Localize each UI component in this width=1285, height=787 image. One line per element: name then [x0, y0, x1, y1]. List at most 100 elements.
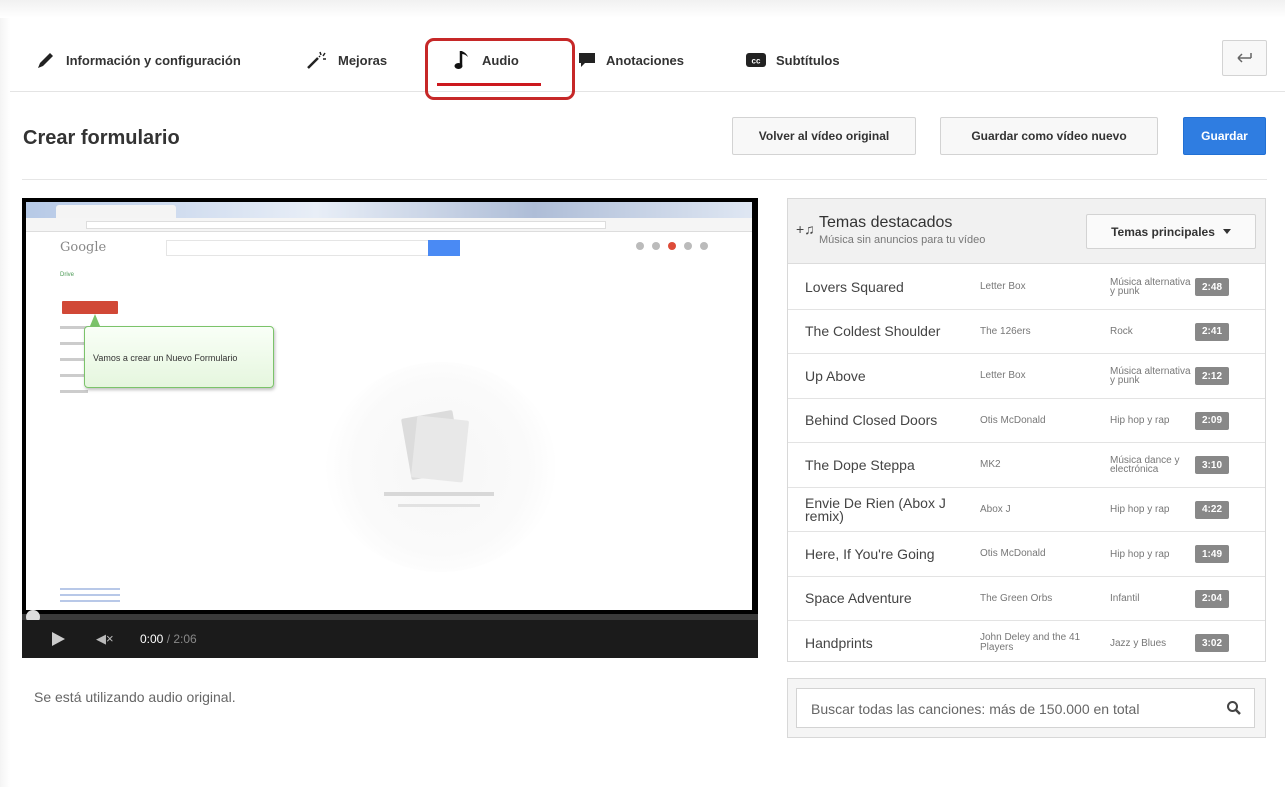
left-edge-shade — [0, 18, 10, 787]
chevron-down-icon — [1222, 229, 1231, 234]
google-logo: Google — [60, 240, 107, 255]
drive-label: Drive — [60, 272, 75, 278]
track-artist: MK2 — [980, 459, 1001, 470]
save-as-new-button[interactable]: Guardar como vídeo nuevo — [940, 117, 1158, 155]
song-search-input[interactable]: Buscar todas las canciones: más de 150.0… — [796, 688, 1255, 728]
track-list: Lovers Squared Letter Box Música alternati… — [788, 265, 1265, 666]
track-title: Handprints — [805, 634, 873, 651]
revert-original-button[interactable]: Volver al vídeo original — [732, 117, 916, 155]
track-row[interactable]: Space Adventure The Green Orbs Infantil 2:0… — [788, 577, 1265, 621]
track-duration: 3:02 — [1195, 634, 1229, 652]
track-duration: 2:48 — [1195, 278, 1229, 296]
document-icon — [410, 415, 470, 483]
track-title: Up Above — [805, 367, 866, 384]
editor-tabs: Información y configuración Mejoras Audi… — [10, 28, 1285, 100]
track-genre: Infantil — [1110, 593, 1140, 604]
track-genre: Música alternativa y punk — [1110, 366, 1191, 386]
magic-wand-icon — [307, 51, 326, 69]
featured-subtitle: Música sin anuncios para tu vídeo — [819, 234, 986, 246]
featured-tracks-header: +♫ Temas destacados Música sin anuncios … — [788, 199, 1265, 264]
track-row[interactable]: Up Above Letter Box Música alternativa y p… — [788, 354, 1265, 399]
track-title: Envie De Rien (Abox J remix) — [805, 494, 946, 524]
track-artist: Otis McDonald — [980, 548, 1046, 559]
genre-selected: Temas principales — [1111, 224, 1215, 239]
track-row[interactable]: Handprints John Deley and the 41 Players J… — [788, 621, 1265, 666]
browser-titlebar — [26, 202, 752, 218]
featured-title: Temas destacados — [819, 214, 953, 231]
track-genre: Hip hop y rap — [1110, 548, 1170, 560]
track-duration: 2:04 — [1195, 589, 1229, 608]
drop-hint-subtext — [398, 504, 480, 507]
track-title: The Dope Steppa — [805, 456, 915, 473]
track-genre: Hip hop y rap — [1110, 415, 1170, 426]
cc-icon: cc — [746, 53, 766, 67]
track-title: Space Adventure — [805, 590, 912, 606]
mute-icon[interactable]: ◀× — [96, 631, 114, 647]
genre-dropdown[interactable]: Temas principales — [1086, 214, 1256, 249]
tab-annotations[interactable]: Anotaciones — [578, 28, 684, 92]
tab-subtitles[interactable]: cc Subtítulos — [746, 28, 840, 92]
video-editor-page: Información y configuración Mejoras Audi… — [0, 0, 1285, 787]
track-genre: Música dance y electrónica — [1110, 455, 1180, 475]
tab-enhancements[interactable]: Mejoras — [306, 28, 387, 92]
search-icon[interactable] — [1226, 700, 1242, 716]
track-row[interactable]: The Dope Steppa MK2 Música dance y electró… — [788, 443, 1265, 488]
track-genre: Hip hop y rap — [1110, 504, 1170, 515]
track-artist: Otis McDonald — [980, 414, 1046, 426]
track-artist: John Deley and the 41 Players — [980, 632, 1081, 653]
tooltip-pointer — [90, 314, 100, 326]
track-row[interactable]: Behind Closed Doors Otis McDonald Hip hop … — [788, 399, 1265, 443]
track-artist: The 126ers — [980, 325, 1031, 337]
track-duration: 2:41 — [1195, 322, 1229, 341]
track-genre: Rock — [1110, 326, 1133, 337]
google-search-button — [428, 240, 460, 256]
add-music-icon: +♫ — [796, 221, 815, 237]
header-divider — [22, 179, 1267, 180]
track-title: Behind Closed Doors — [805, 412, 938, 428]
video-frame: Google Drive Vamos a crear un Nuevo Form… — [26, 202, 752, 610]
track-artist: The Green Orbs — [980, 592, 1053, 604]
track-genre: Jazz y Blues — [1110, 637, 1167, 649]
track-row[interactable]: Envie De Rien (Abox J remix) Abox J Hip ho… — [788, 488, 1265, 532]
track-duration: 1:49 — [1195, 545, 1229, 563]
track-title: Here, If You're Going — [805, 545, 935, 562]
back-button[interactable] — [1222, 40, 1267, 76]
drive-footer-links — [60, 588, 120, 606]
tab-label: Subtítulos — [776, 52, 840, 68]
google-search-box — [166, 240, 446, 256]
drive-create-button — [62, 301, 118, 314]
time-display: 0:00 / 2:06 — [140, 632, 197, 646]
video-player[interactable]: Google Drive Vamos a crear un Nuevo Form… — [22, 198, 758, 658]
drop-hint-text — [384, 492, 494, 496]
tutorial-tooltip: Vamos a crear un Nuevo Formulario — [84, 326, 274, 388]
page-title: Crear formulario — [23, 127, 180, 149]
tab-label: Mejoras — [338, 52, 388, 68]
audio-tab-highlight — [425, 38, 575, 100]
track-duration: 4:22 — [1195, 500, 1229, 519]
track-title: The Coldest Shoulder — [805, 323, 941, 339]
search-placeholder: Buscar todas las canciones: más de 150.0… — [811, 701, 1140, 717]
track-duration: 2:12 — [1195, 367, 1229, 385]
speech-bubble-icon — [579, 53, 595, 67]
save-button[interactable]: Guardar — [1183, 117, 1266, 155]
track-artist: Abox J — [980, 503, 1011, 515]
track-artist: Letter Box — [980, 370, 1026, 381]
audio-status-text: Se está utilizando audio original. — [34, 689, 236, 705]
browser-tab — [56, 205, 176, 218]
svg-text:cc: cc — [752, 57, 761, 66]
back-arrow-icon — [1236, 53, 1252, 63]
track-row[interactable]: The Coldest Shoulder The 126ers Rock 2:41 — [788, 310, 1265, 354]
play-icon[interactable] — [52, 632, 65, 646]
video-duration: / 2:06 — [166, 632, 197, 646]
tab-label: Anotaciones — [606, 52, 685, 68]
tab-info-settings[interactable]: Información y configuración — [36, 28, 241, 92]
track-duration: 3:10 — [1195, 456, 1229, 474]
track-duration: 2:09 — [1195, 411, 1229, 430]
track-title: Lovers Squared — [805, 278, 904, 295]
track-row[interactable]: Lovers Squared Letter Box Música alternati… — [788, 265, 1265, 310]
browser-address-row — [26, 218, 752, 232]
tab-label: Información y configuración — [66, 52, 241, 68]
track-artist: Letter Box — [980, 281, 1026, 292]
current-time: 0:00 — [140, 632, 164, 646]
track-row[interactable]: Here, If You're Going Otis McDonald Hip ho… — [788, 532, 1265, 577]
